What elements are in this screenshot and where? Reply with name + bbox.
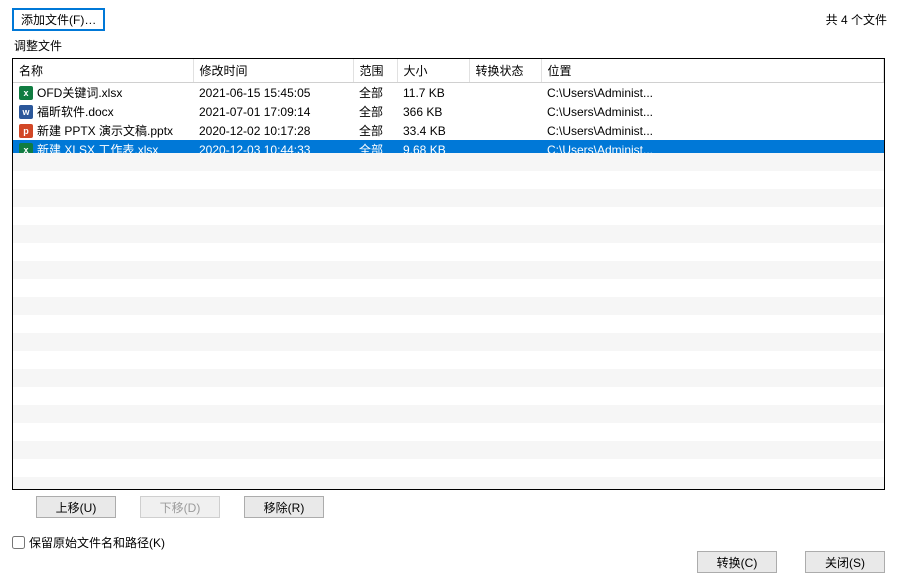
table-row[interactable]: w 福昕软件.docx 2021-07-01 17:09:14全部366 KB C:\…: [13, 102, 884, 121]
file-size-cell: 9.68 KB: [397, 140, 469, 159]
convert-button[interactable]: 转换(C): [697, 551, 777, 573]
table-row[interactable]: x OFD关键词.xlsx 2021-06-15 15:45:05全部11.7 KB…: [13, 83, 884, 103]
col-header-name[interactable]: 名称: [13, 59, 193, 83]
col-header-size[interactable]: 大小: [397, 59, 469, 83]
file-range-cell: 全部: [353, 83, 397, 103]
file-location-cell: C:\Users\Administ...: [541, 83, 884, 103]
file-name-cell: 新建 PPTX 演示文稿.pptx: [37, 124, 173, 138]
table-empty-stripes: [13, 153, 884, 489]
col-header-range[interactable]: 范围: [353, 59, 397, 83]
xlsx-file-icon: x: [19, 86, 33, 100]
file-mtime-cell: 2020-12-02 10:17:28: [193, 121, 353, 140]
close-button[interactable]: 关闭(S): [805, 551, 885, 573]
add-file-button[interactable]: 添加文件(F)…: [12, 8, 105, 31]
file-status-cell: [469, 121, 541, 140]
file-table-container: 名称 修改时间 范围 大小 转换状态 位置 x OFD关键词.xlsx 2021-0…: [12, 58, 885, 490]
col-header-location[interactable]: 位置: [541, 59, 884, 83]
file-mtime-cell: 2021-06-15 15:45:05: [193, 83, 353, 103]
docx-file-icon: w: [19, 105, 33, 119]
table-row[interactable]: x 新建 XLSX 工作表.xlsx 2020-12-03 10:44:33全部9.…: [13, 140, 884, 159]
file-size-cell: 11.7 KB: [397, 83, 469, 103]
file-location-cell: C:\Users\Administ...: [541, 121, 884, 140]
table-header-row[interactable]: 名称 修改时间 范围 大小 转换状态 位置: [13, 59, 884, 83]
file-status-cell: [469, 83, 541, 103]
col-header-status[interactable]: 转换状态: [469, 59, 541, 83]
col-header-mtime[interactable]: 修改时间: [193, 59, 353, 83]
file-mtime-cell: 2021-07-01 17:09:14: [193, 102, 353, 121]
move-up-button[interactable]: 上移(U): [36, 496, 116, 518]
file-name-cell: OFD关键词.xlsx: [37, 86, 122, 100]
file-count-label: 共 4 个文件: [826, 11, 887, 28]
file-location-cell: C:\Users\Administ...: [541, 102, 884, 121]
remove-button[interactable]: 移除(R): [244, 496, 324, 518]
pptx-file-icon: p: [19, 124, 33, 138]
file-status-cell: [469, 140, 541, 159]
keep-path-checkbox[interactable]: [12, 536, 25, 549]
file-table[interactable]: 名称 修改时间 范围 大小 转换状态 位置 x OFD关键词.xlsx 2021-0…: [13, 59, 884, 159]
file-size-cell: 33.4 KB: [397, 121, 469, 140]
section-label: 调整文件: [0, 35, 897, 58]
file-mtime-cell: 2020-12-03 10:44:33: [193, 140, 353, 159]
xlsx-file-icon: x: [19, 143, 33, 157]
file-range-cell: 全部: [353, 140, 397, 159]
file-range-cell: 全部: [353, 121, 397, 140]
file-status-cell: [469, 102, 541, 121]
file-name-cell: 新建 XLSX 工作表.xlsx: [37, 143, 158, 157]
file-range-cell: 全部: [353, 102, 397, 121]
table-row[interactable]: p 新建 PPTX 演示文稿.pptx 2020-12-02 10:17:28全部3…: [13, 121, 884, 140]
file-size-cell: 366 KB: [397, 102, 469, 121]
move-down-button: 下移(D): [140, 496, 220, 518]
keep-path-label[interactable]: 保留原始文件名和路径(K): [29, 534, 165, 551]
file-location-cell: C:\Users\Administ...: [541, 140, 884, 159]
file-name-cell: 福昕软件.docx: [37, 105, 114, 119]
